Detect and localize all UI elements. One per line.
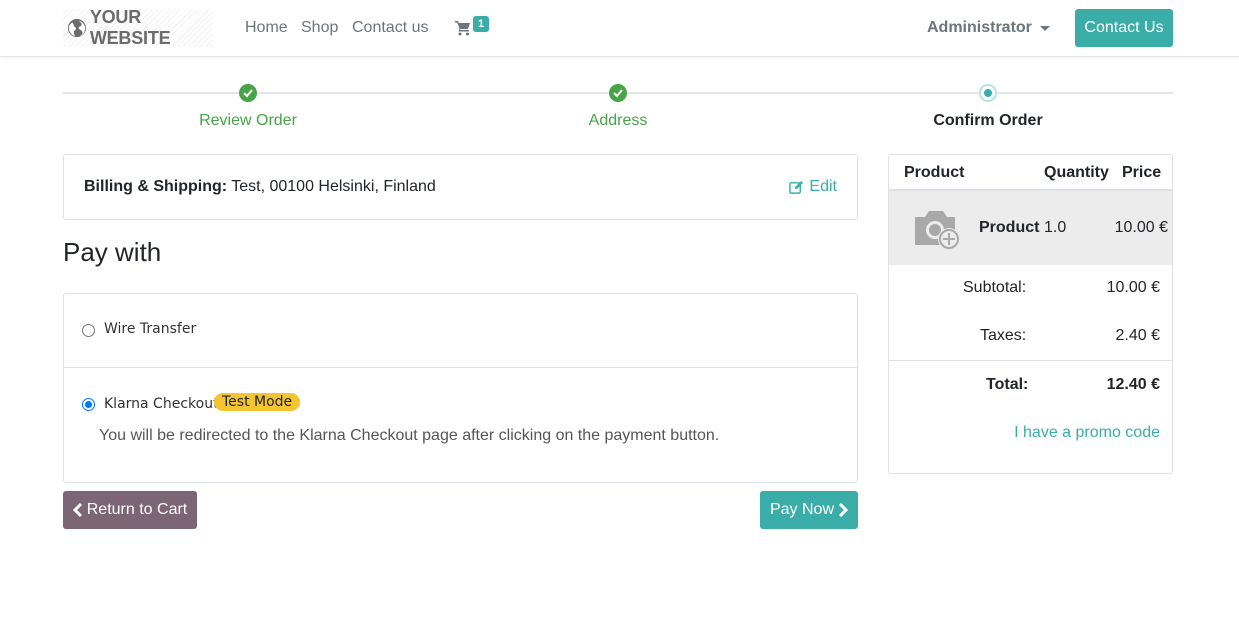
summary-header: Product Quantity Price xyxy=(889,155,1172,191)
step-review-order-check-icon xyxy=(239,84,257,102)
user-menu[interactable]: Administrator xyxy=(927,19,1050,37)
edit-billing-link[interactable]: Edit xyxy=(789,178,837,196)
subtotal-label: Subtotal: xyxy=(963,279,1027,296)
nav-contact-us[interactable]: Contact us xyxy=(352,19,428,37)
summary-divider xyxy=(889,360,1172,361)
header-price: Price xyxy=(1122,164,1162,181)
promo-code-link[interactable]: I have a promo code xyxy=(1014,424,1160,442)
pay-with-heading: Pay with xyxy=(63,237,162,267)
contact-us-button[interactable]: Contact Us xyxy=(1075,9,1173,47)
pay-now-button[interactable]: Pay Now xyxy=(760,491,858,529)
payment-option-wire-transfer[interactable]: Wire Transfer xyxy=(64,294,857,368)
payment-options: Wire Transfer Klarna Checkout Test Mode … xyxy=(63,293,858,483)
wire-transfer-radio[interactable] xyxy=(82,324,95,337)
wire-transfer-label: Wire Transfer xyxy=(104,321,197,337)
nav-home[interactable]: Home xyxy=(245,19,288,37)
taxes-label: Taxes: xyxy=(980,327,1027,344)
total-value: 12.40 € xyxy=(1106,376,1160,393)
user-name: Administrator xyxy=(927,19,1032,36)
logo-text: YOUR WEBSITE xyxy=(89,7,171,48)
total-label: Total: xyxy=(986,376,1029,393)
top-navbar: YOUR WEBSITE Home Shop Contact us 1 Admi… xyxy=(0,0,1239,57)
step-review-order[interactable]: Review Order xyxy=(148,112,348,130)
step-current-dot-icon xyxy=(979,84,997,102)
header-product: Product xyxy=(904,164,965,181)
chevron-right-icon xyxy=(838,503,849,517)
billing-label: Billing & Shipping: xyxy=(84,178,228,195)
return-to-cart-label: Return to Cart xyxy=(86,501,188,518)
edit-label: Edit xyxy=(809,178,837,195)
step-address-check-icon xyxy=(609,84,627,102)
billing-value: Test, 00100 Helsinki, Finland xyxy=(227,178,436,195)
pay-now-label: Pay Now xyxy=(769,501,835,518)
return-to-cart-button[interactable]: Return to Cart xyxy=(63,491,197,529)
summary-product-name[interactable]: Product xyxy=(979,219,1039,237)
cart-count-badge: 1 xyxy=(473,16,489,32)
billing-address: Billing & Shipping: Test, 00100 Helsinki… xyxy=(84,178,436,196)
summary-product-quantity: 1.0 xyxy=(1044,219,1067,236)
subtotal-value: 10.00 € xyxy=(1106,279,1160,296)
nav-shop[interactable]: Shop xyxy=(301,19,338,37)
edit-icon xyxy=(789,180,804,194)
summary-product-row: Product 1.0 10.00 € xyxy=(889,191,1172,265)
klarna-description: You will be redirected to the Klarna Che… xyxy=(99,427,720,444)
test-mode-badge: Test Mode xyxy=(214,393,301,411)
header-quantity: Quantity xyxy=(1044,164,1109,181)
order-summary: Product Quantity Price Product 1.0 10.00… xyxy=(888,154,1173,474)
klarna-checkout-label: Klarna Checkout xyxy=(104,396,219,412)
site-logo[interactable]: YOUR WEBSITE xyxy=(63,7,213,48)
cart-link[interactable]: 1 xyxy=(455,16,495,40)
step-address[interactable]: Address xyxy=(518,112,718,130)
globe-icon xyxy=(67,18,86,38)
taxes-value: 2.40 € xyxy=(1115,327,1160,344)
billing-card: Billing & Shipping: Test, 00100 Helsinki… xyxy=(63,154,858,220)
chevron-left-icon xyxy=(72,503,82,517)
klarna-checkout-radio[interactable] xyxy=(82,398,95,411)
caret-down-icon xyxy=(1039,25,1050,31)
cart-icon xyxy=(455,21,470,36)
step-confirm-order: Confirm Order xyxy=(933,112,1043,129)
camera-placeholder-icon xyxy=(915,211,960,250)
summary-product-price: 10.00 € xyxy=(1114,219,1168,236)
